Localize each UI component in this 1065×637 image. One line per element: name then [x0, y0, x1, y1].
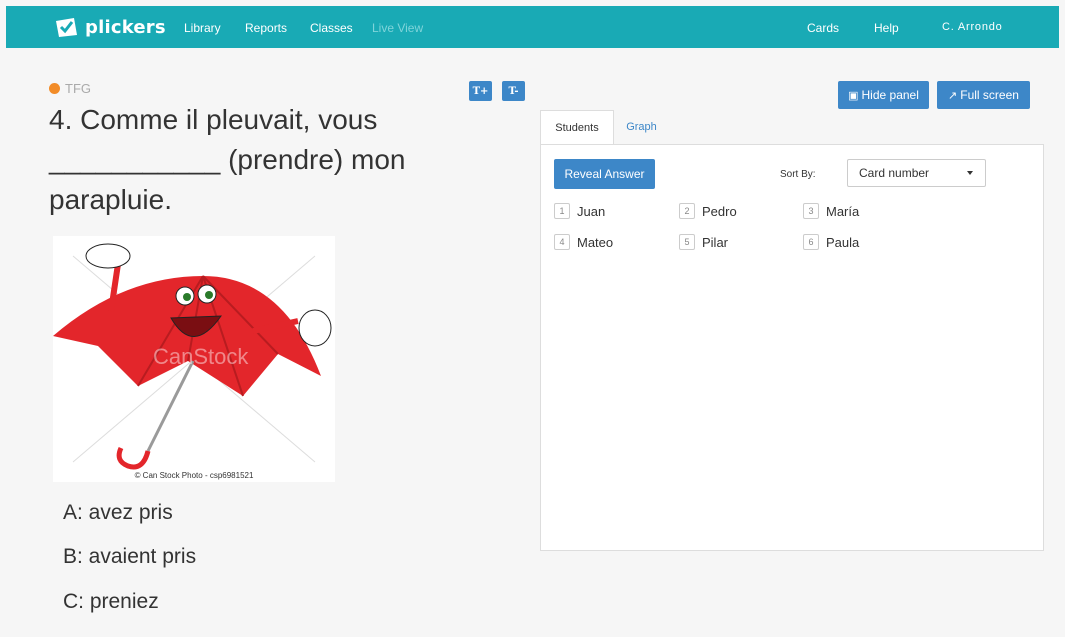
card-number: 6	[803, 234, 819, 250]
student-name: Pedro	[702, 203, 737, 219]
nav-live-view[interactable]: Live View	[372, 21, 423, 35]
nav-reports[interactable]: Reports	[245, 21, 287, 35]
chevron-down-icon	[967, 171, 973, 175]
deck-name: TFG	[65, 81, 91, 96]
nav-help[interactable]: Help	[874, 21, 899, 35]
card-number: 1	[554, 203, 570, 219]
nav-user-menu[interactable]: C. Arrondo	[942, 21, 1003, 33]
answer-a: A: avez pris	[63, 501, 173, 524]
reveal-answer-button[interactable]: Reveal Answer	[554, 159, 655, 189]
tab-students[interactable]: Students	[540, 110, 614, 145]
student-name: Mateo	[577, 234, 614, 250]
card-number: 4	[554, 234, 570, 250]
top-nav-bar: plickers Library Reports Classes Live Vi…	[6, 6, 1059, 48]
card-number: 3	[803, 203, 819, 219]
watermark-text: CanStock	[153, 344, 249, 369]
question-image: CanStock © Can Stock Photo - csp6981521	[53, 236, 335, 482]
tab-graph[interactable]: Graph	[614, 110, 669, 144]
student-name: Pilar	[702, 234, 729, 250]
sort-select[interactable]: Card number	[847, 159, 986, 187]
student-item[interactable]: 6 Paula	[803, 234, 859, 250]
nav-classes[interactable]: Classes	[310, 21, 353, 35]
increase-text-size-button[interactable]: T+	[469, 81, 492, 101]
sort-select-value: Card number	[859, 166, 930, 180]
student-item[interactable]: 1 Juan	[554, 203, 605, 219]
card-number: 2	[679, 203, 695, 219]
student-item[interactable]: 4 Mateo	[554, 234, 613, 250]
student-name: Juan	[577, 203, 606, 219]
nav-library[interactable]: Library	[184, 21, 221, 35]
answer-c: C: preniez	[63, 590, 159, 613]
plickers-logo[interactable]: plickers	[54, 14, 166, 40]
hide-panel-button[interactable]: ▣ Hide panel	[838, 81, 929, 109]
student-name: María	[826, 203, 860, 219]
card-number: 5	[679, 234, 695, 250]
deck-color-dot	[49, 83, 60, 94]
sort-by-label: Sort By:	[780, 169, 816, 180]
hide-panel-icon: ▣	[848, 89, 859, 102]
umbrella-illustration: CanStock	[53, 243, 332, 470]
student-item[interactable]: 3 María	[803, 203, 859, 219]
plickers-logo-icon	[56, 18, 77, 37]
deck-label: TFG	[49, 81, 91, 96]
image-credit: © Can Stock Photo - csp6981521	[134, 471, 254, 480]
full-screen-button[interactable]: ↗ Full screen	[937, 81, 1030, 109]
students-panel: Reveal Answer Sort By: Card number 1 Jua…	[540, 144, 1044, 551]
decrease-text-size-button[interactable]: T-	[502, 81, 525, 101]
student-item[interactable]: 2 Pedro	[679, 203, 737, 219]
brand-name: plickers	[85, 16, 166, 38]
expand-icon: ↗	[948, 89, 958, 102]
student-name: Paula	[826, 234, 860, 250]
student-item[interactable]: 5 Pilar	[679, 234, 728, 250]
full-screen-label: Full screen	[960, 88, 1019, 102]
hide-panel-label: Hide panel	[861, 88, 919, 102]
question-text: 4. Comme il pleuvait, vous ___________ (…	[49, 104, 414, 215]
answer-b: B: avaient pris	[63, 545, 197, 568]
nav-cards[interactable]: Cards	[807, 21, 839, 35]
